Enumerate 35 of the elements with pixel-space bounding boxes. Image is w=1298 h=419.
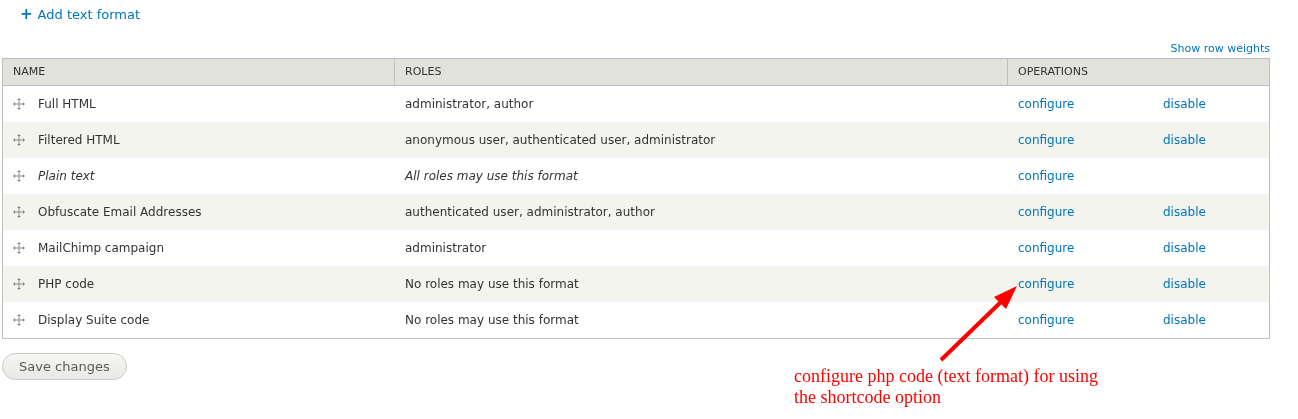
operation-link[interactable]: disable — [1163, 241, 1206, 255]
format-name: PHP code — [38, 276, 95, 293]
operation-link[interactable]: configure — [1018, 133, 1075, 147]
roles-text: No roles may use this format — [405, 277, 579, 291]
operation-link[interactable]: disable — [1163, 133, 1206, 147]
operation-link[interactable]: disable — [1163, 205, 1206, 219]
plus-icon: + — [20, 7, 33, 23]
format-name: Full HTML — [38, 96, 96, 113]
operation-link[interactable]: configure — [1018, 97, 1075, 111]
roles-text: anonymous user, authenticated user, administrator — [405, 133, 716, 147]
roles-text: administrator — [405, 241, 487, 255]
format-name: Obfuscate Email Addresses — [38, 204, 202, 221]
column-header: NAME — [3, 59, 395, 85]
column-header: OPERATIONS — [1017, 63, 1089, 80]
show-row-weights-link[interactable]: Show row weights — [1170, 40, 1270, 58]
operation-link[interactable]: disable — [1163, 313, 1206, 327]
annotation-text: configure php code (text format) for using the shortcode option — [794, 366, 1099, 408]
operation-link[interactable]: configure — [1018, 205, 1075, 219]
format-name: MailChimp campaign — [38, 240, 164, 257]
column-header: ROLES — [395, 59, 1008, 85]
operation-link[interactable]: configure — [1018, 169, 1075, 183]
operation-link[interactable]: disable — [1163, 277, 1206, 291]
roles-text: administrator, author — [405, 97, 534, 111]
operation-link[interactable]: configure — [1018, 313, 1075, 327]
format-name: Filtered HTML — [38, 132, 120, 149]
operation-link[interactable]: configure — [1018, 241, 1075, 255]
format-name: Plain text — [38, 168, 95, 185]
roles-text: authenticated user, administrator, author — [405, 205, 655, 219]
operation-link[interactable]: configure — [1018, 277, 1075, 291]
save-changes-button[interactable]: Save changes — [2, 353, 127, 380]
format-name: Display Suite code — [38, 312, 150, 329]
add-text-format-link[interactable]: + Add text format — [20, 5, 141, 25]
roles-text: No roles may use this format — [405, 313, 579, 327]
operation-link[interactable]: disable — [1163, 97, 1206, 111]
roles-text: All roles may use this format — [405, 169, 578, 183]
